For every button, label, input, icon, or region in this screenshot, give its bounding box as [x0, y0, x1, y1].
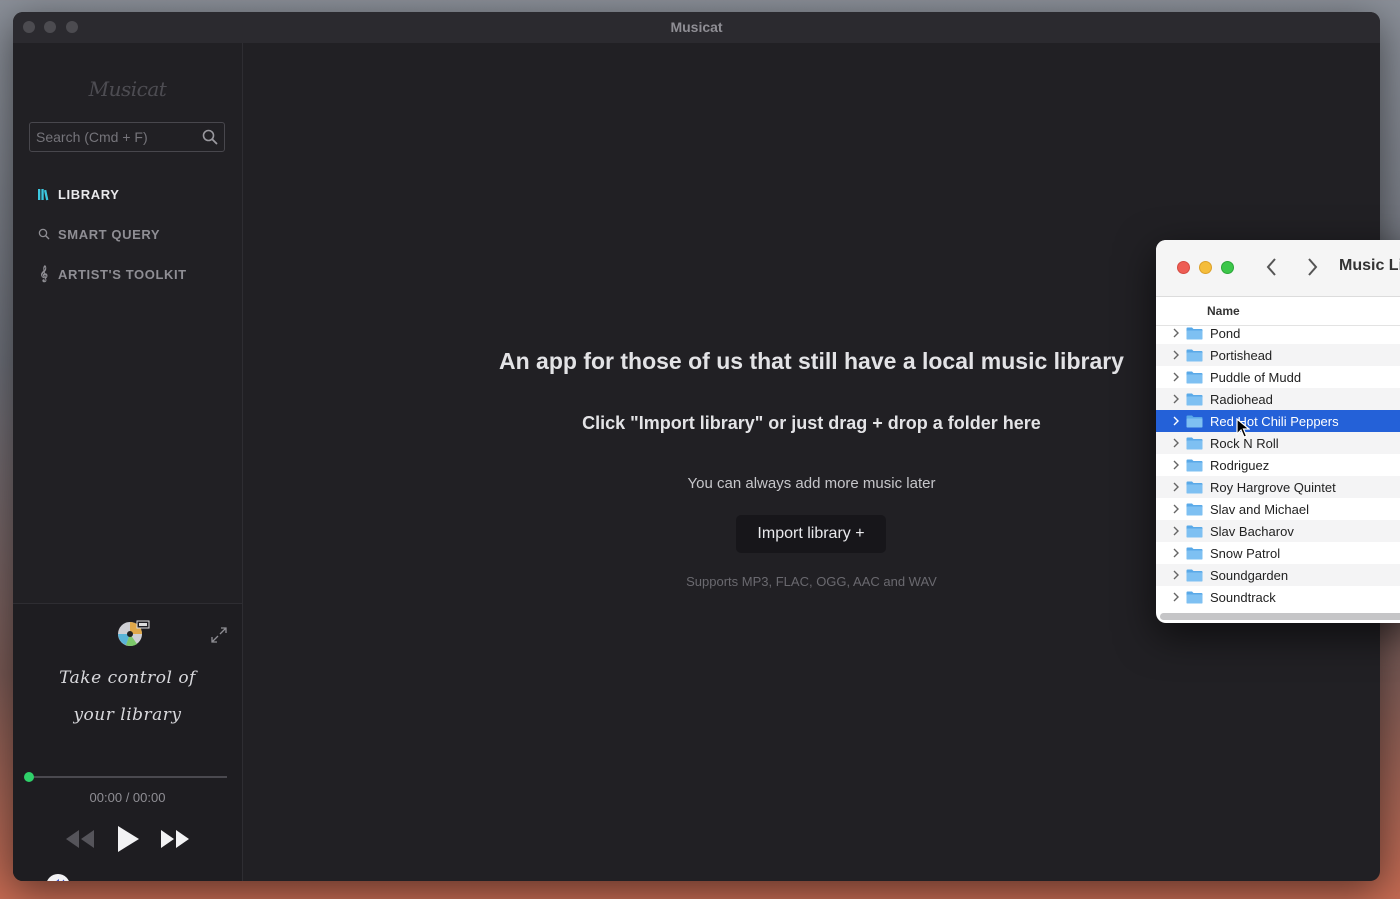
folder-icon	[1186, 547, 1203, 560]
back-icon[interactable]	[1264, 256, 1280, 283]
disclosure-chevron-icon[interactable]	[1169, 548, 1183, 558]
folder-row[interactable]: Slav Bacharov	[1156, 520, 1400, 542]
nav-library-label: LIBRARY	[58, 186, 120, 202]
folder-name: Slav Bacharov	[1210, 523, 1294, 539]
fast-forward-button[interactable]	[159, 828, 191, 855]
disclosure-chevron-icon[interactable]	[1169, 328, 1183, 338]
folder-icon	[1186, 591, 1203, 604]
folder-row[interactable]: Snow Patrol	[1156, 542, 1400, 564]
disclosure-chevron-icon[interactable]	[1169, 372, 1183, 382]
expand-icon[interactable]	[210, 626, 228, 649]
disclosure-chevron-icon[interactable]	[1169, 416, 1183, 426]
folder-row[interactable]: Roy Hargrove Quintet	[1156, 476, 1400, 498]
disclosure-chevron-icon[interactable]	[1169, 482, 1183, 492]
folder-row[interactable]: Soundtrack	[1156, 586, 1400, 608]
speaker-icon	[51, 877, 65, 881]
nav-smart-query[interactable]: SMART QUERY	[37, 225, 160, 243]
finder-toolbar: Music Li	[1156, 240, 1400, 297]
folder-row[interactable]: Pond	[1156, 322, 1400, 344]
nav-library[interactable]: LIBRARY	[37, 185, 120, 203]
time-display: 00:00 / 00:00	[89, 790, 166, 805]
finder-close-button[interactable]	[1177, 261, 1190, 274]
folder-list: Pond Portishead Puddle of Mudd Radiohead Red…	[1156, 322, 1400, 608]
folder-row[interactable]: Slav and Michael	[1156, 498, 1400, 520]
progress-handle[interactable]	[24, 772, 34, 782]
disclosure-chevron-icon[interactable]	[1169, 350, 1183, 360]
rewind-button[interactable]	[64, 828, 96, 855]
folder-name: Soundtrack	[1210, 589, 1276, 605]
folder-name: Soundgarden	[1210, 567, 1289, 583]
folder-icon	[1186, 481, 1203, 494]
player-panel: Take control of your library 00:00 / 00:…	[13, 603, 242, 881]
disclosure-chevron-icon[interactable]	[1169, 394, 1183, 404]
finder-title: Music Li	[1339, 257, 1400, 274]
treble-clef-icon: 𝄞	[39, 266, 49, 282]
sidebar: Musicat LIBRARY SMART QUERY 𝄞 ARTIST'S T…	[13, 43, 243, 881]
search-icon[interactable]	[202, 129, 218, 150]
tagline-line-1: Take control of	[59, 668, 196, 688]
folder-name: Roy Hargrove Quintet	[1210, 479, 1336, 495]
folder-name: Red Hot Chili Peppers	[1210, 413, 1339, 429]
folder-icon	[1186, 525, 1203, 538]
finder-window: Music Li Name Pond Portishead Puddle of Mu…	[1156, 240, 1400, 623]
app-logo: Musicat	[88, 77, 167, 101]
tagline: Take control of your library	[13, 660, 242, 734]
folder-icon	[1186, 459, 1203, 472]
folder-name: Pond	[1210, 325, 1241, 341]
disclosure-chevron-icon[interactable]	[1169, 460, 1183, 470]
search-box	[29, 122, 225, 152]
folder-icon	[1186, 415, 1203, 428]
folder-row[interactable]: Red Hot Chili Peppers	[1156, 410, 1400, 432]
folder-icon	[1186, 569, 1203, 582]
forward-icon[interactable]	[1304, 256, 1320, 283]
tagline-line-2: your library	[73, 705, 182, 725]
folder-icon	[1186, 349, 1203, 362]
search-icon	[37, 227, 51, 241]
nav-smart-query-label: SMART QUERY	[58, 226, 161, 242]
progress-bar[interactable]	[29, 776, 227, 778]
disclosure-chevron-icon[interactable]	[1169, 570, 1183, 580]
folder-icon	[1186, 393, 1203, 406]
folder-icon	[1186, 371, 1203, 384]
horizontal-scrollbar[interactable]	[1160, 613, 1400, 620]
folder-name: Rodriguez	[1210, 457, 1270, 473]
play-button[interactable]	[116, 825, 140, 858]
disclosure-chevron-icon[interactable]	[1169, 592, 1183, 602]
folder-name: Portishead	[1210, 347, 1273, 363]
mouse-cursor-icon	[1236, 417, 1251, 443]
nav-artists-toolkit[interactable]: 𝄞 ARTIST'S TOOLKIT	[37, 265, 187, 283]
folder-icon	[1186, 327, 1203, 340]
disclosure-chevron-icon[interactable]	[1169, 526, 1183, 536]
folder-icon	[1186, 437, 1203, 450]
column-header-label: Name	[1207, 304, 1240, 318]
finder-zoom-button[interactable]	[1221, 261, 1234, 274]
nav-artists-toolkit-label: ARTIST'S TOOLKIT	[58, 266, 187, 282]
folder-row[interactable]: Puddle of Mudd	[1156, 366, 1400, 388]
folder-name: Slav and Michael	[1210, 501, 1309, 517]
folder-icon	[1186, 503, 1203, 516]
folder-row[interactable]: Radiohead	[1156, 388, 1400, 410]
folder-row[interactable]: Rodriguez	[1156, 454, 1400, 476]
folder-row[interactable]: Soundgarden	[1156, 564, 1400, 586]
finder-minimize-button[interactable]	[1199, 261, 1212, 274]
volume-handle[interactable]	[46, 874, 70, 881]
folder-name: Snow Patrol	[1210, 545, 1281, 561]
disclosure-chevron-icon[interactable]	[1169, 504, 1183, 514]
folder-name: Puddle of Mudd	[1210, 369, 1302, 385]
folder-row[interactable]: Portishead	[1156, 344, 1400, 366]
import-library-button[interactable]: Import library +	[736, 515, 886, 553]
disclosure-chevron-icon[interactable]	[1169, 438, 1183, 448]
window-title: Musicat	[670, 19, 723, 35]
folder-row[interactable]: Rock N Roll	[1156, 432, 1400, 454]
title-bar: Musicat	[13, 12, 1380, 43]
album-art-icon	[117, 619, 151, 652]
search-input[interactable]	[30, 123, 201, 151]
folder-name: Radiohead	[1210, 391, 1273, 407]
library-icon	[37, 187, 51, 201]
